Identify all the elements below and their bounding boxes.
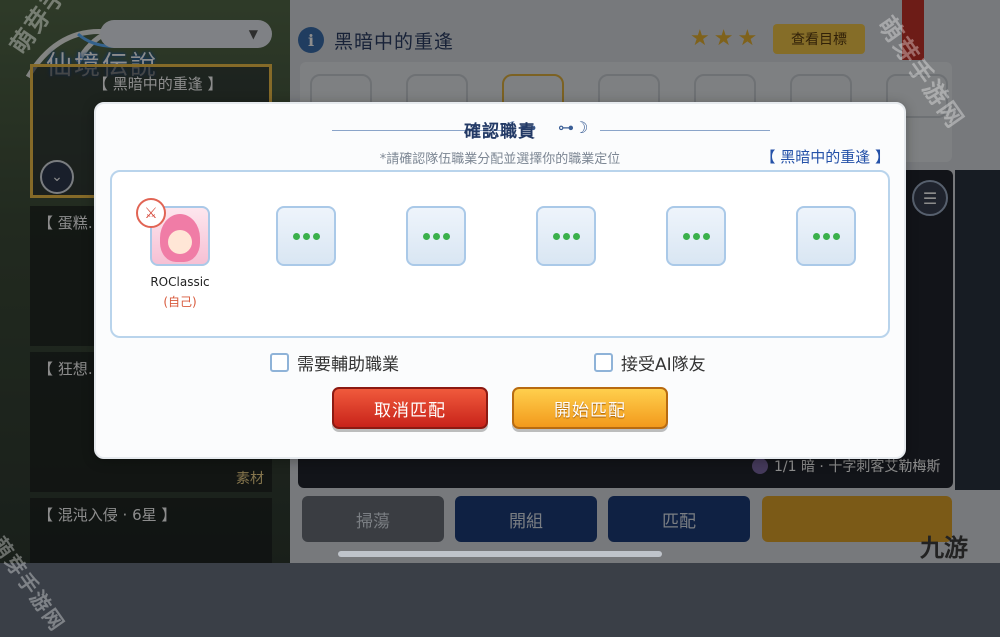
moon-ornament-icon: ⊶☽: [558, 118, 589, 137]
sword-icon: ⚔: [136, 198, 166, 228]
self-tag: (自己): [163, 295, 197, 309]
accept-ai-option[interactable]: 接受AI隊友: [594, 350, 706, 375]
need-support-checkbox[interactable]: [270, 353, 289, 372]
waiting-dot-icon: [692, 232, 700, 240]
waiting-dot-icon: [442, 232, 450, 240]
party-members-box: ⚔ ROClassic (自己): [110, 170, 890, 338]
empty-member-slot: [796, 206, 856, 266]
need-support-label: 需要輔助職業: [297, 355, 399, 375]
waiting-dot-icon: [292, 232, 300, 240]
cancel-match-button[interactable]: 取消匹配: [332, 387, 488, 429]
empty-member-slot: [276, 206, 336, 266]
avatar-face: [168, 230, 192, 254]
confirm-role-dialog: ☾⊷ 確認職責 ⊶☽ *請確認隊伍職業分配並選擇你的職業定位 【 黑暗中的重逢 …: [94, 102, 906, 459]
empty-member-slot: [406, 206, 466, 266]
waiting-dot-icon: [812, 232, 820, 240]
waiting-dot-icon: [422, 232, 430, 240]
waiting-dot-icon: [682, 232, 690, 240]
waiting-dot-icon: [702, 232, 710, 240]
waiting-dot-icon: [312, 232, 320, 240]
dialog-title: 確認職責: [464, 122, 536, 142]
waiting-dot-icon: [302, 232, 310, 240]
waiting-dot-icon: [822, 232, 830, 240]
title-ornament-right: [600, 130, 770, 131]
start-match-button[interactable]: 開始匹配: [512, 387, 668, 429]
empty-member-slot: [536, 206, 596, 266]
waiting-dot-icon: [562, 232, 570, 240]
self-player-name: ROClassic: [150, 275, 210, 289]
need-support-option[interactable]: 需要輔助職業: [270, 350, 399, 375]
accept-ai-checkbox[interactable]: [594, 353, 613, 372]
waiting-dot-icon: [832, 232, 840, 240]
home-indicator[interactable]: [338, 551, 662, 557]
waiting-dot-icon: [572, 232, 580, 240]
dungeon-name-tag: 【 黑暗中的重逢 】: [760, 148, 890, 166]
waiting-dot-icon: [552, 232, 560, 240]
accept-ai-label: 接受AI隊友: [621, 355, 706, 375]
corner-logo-text: 九游: [920, 534, 968, 562]
waiting-dot-icon: [432, 232, 440, 240]
empty-member-slot: [666, 206, 726, 266]
